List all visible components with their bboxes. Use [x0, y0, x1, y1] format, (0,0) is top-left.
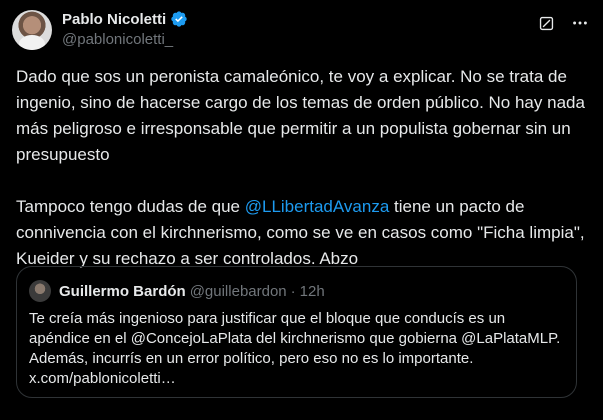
tweet-actions: [535, 12, 591, 34]
quoted-author-avatar[interactable]: [29, 280, 51, 302]
quoted-text-line: Además, incurrís en un error político, p…: [29, 350, 474, 367]
quoted-text-line: apéndice en el @ConcejoLaPlata del kirch…: [29, 330, 561, 347]
author-name-row: Pablo Nicoletti: [62, 10, 188, 28]
quoted-author-name[interactable]: Guillermo Bardón: [59, 283, 186, 300]
quoted-tweet-text: Te creía más ingenioso para justificar q…: [29, 309, 564, 389]
tweet-paragraph-2: Tampoco tengo dudas de que @LLibertadAva…: [16, 194, 591, 272]
author-name[interactable]: Pablo Nicoletti: [62, 11, 166, 28]
tweet-paragraph-1: Dado que sos un peronista camaleónico, t…: [16, 67, 585, 164]
tweet-paragraph-2-start: Tampoco tengo dudas de que: [16, 197, 245, 216]
quoted-tweet-header: Guillermo Bardón @guillebardon · 12h: [29, 279, 564, 303]
tweet-text: Dado que sos un peronista camaleónico, t…: [16, 64, 591, 272]
quoted-text-line: x.com/pablonicoletti…: [29, 370, 176, 387]
tweet-card: Pablo Nicoletti @pablonicoletti_ Dado qu…: [0, 0, 603, 420]
author-avatar[interactable]: [12, 10, 52, 50]
quoted-tweet[interactable]: Guillermo Bardón @guillebardon · 12h Te …: [16, 266, 577, 398]
verified-badge-icon: [170, 10, 188, 28]
quoted-timestamp[interactable]: 12h: [300, 283, 325, 300]
grok-icon[interactable]: [535, 12, 557, 34]
mention-link[interactable]: @LLibertadAvanza: [245, 197, 390, 216]
quoted-author-handle[interactable]: @guillebardon: [190, 283, 287, 300]
separator-dot: ·: [290, 282, 296, 300]
author-handle[interactable]: @pablonicoletti_: [62, 31, 173, 48]
quoted-text-line: Te creía más ingenioso para justificar q…: [29, 310, 506, 327]
more-icon[interactable]: [569, 12, 591, 34]
tweet-header: Pablo Nicoletti @pablonicoletti_: [12, 8, 591, 52]
